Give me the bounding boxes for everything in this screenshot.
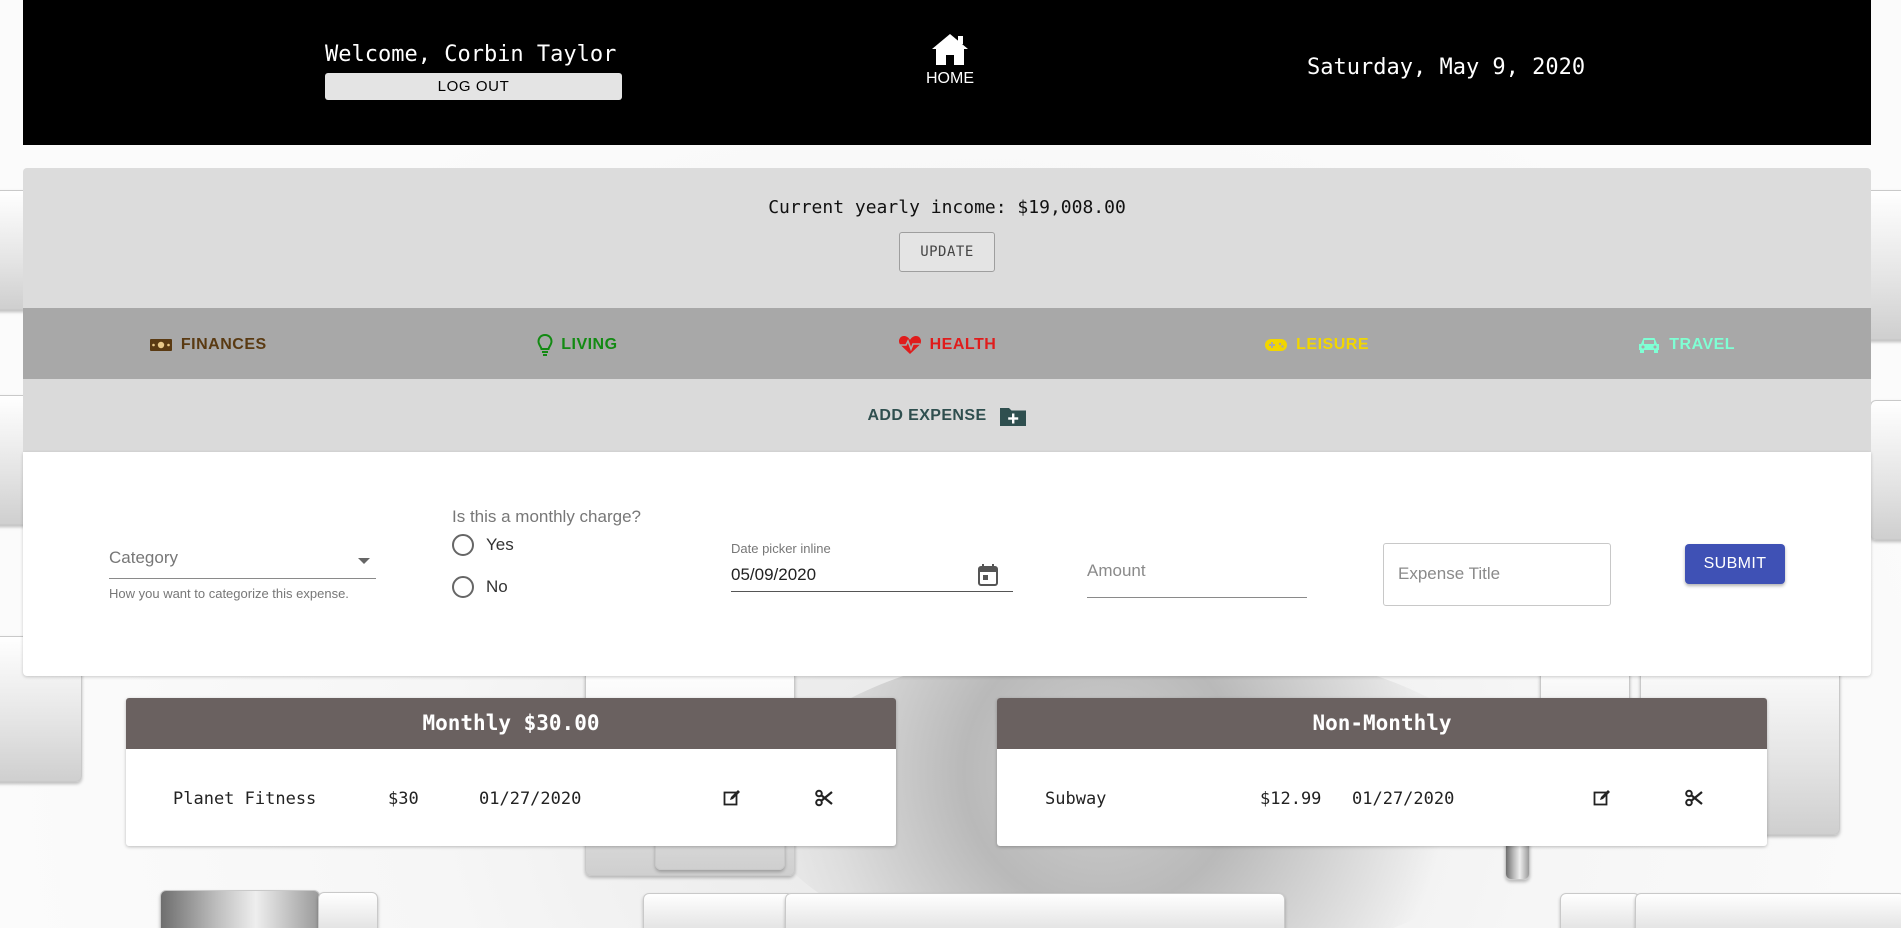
tab-finances[interactable]: FINANCES bbox=[23, 308, 393, 379]
radio-no-label: No bbox=[486, 577, 508, 596]
chevron-down-icon bbox=[358, 558, 370, 564]
tab-label: LEISURE bbox=[1296, 335, 1369, 353]
list-item: Planet Fitness $30 01/27/2020 bbox=[126, 749, 896, 846]
category-helper-text: How you want to categorize this expense. bbox=[109, 586, 349, 601]
list-item: Subway $12.99 01/27/2020 bbox=[997, 749, 1767, 846]
radio-circle[interactable] bbox=[452, 534, 474, 556]
tab-leisure[interactable]: LEISURE bbox=[1132, 308, 1502, 379]
non-monthly-card-title: Non-Monthly bbox=[997, 698, 1767, 749]
tab-health[interactable]: HEALTH bbox=[762, 308, 1132, 379]
folder-plus-icon bbox=[999, 407, 1026, 426]
car-icon bbox=[1639, 337, 1660, 353]
home-label: HOME bbox=[926, 70, 974, 87]
date-input[interactable]: 05/09/2020 bbox=[731, 556, 1013, 592]
home-link[interactable]: HOME bbox=[915, 32, 985, 88]
non-monthly-expenses-card: Non-Monthly Subway $12.99 01/27/2020 bbox=[997, 698, 1767, 846]
amount-placeholder: Amount bbox=[1087, 561, 1146, 580]
category-placeholder: Category bbox=[109, 548, 178, 567]
tab-label: HEALTH bbox=[929, 335, 997, 353]
radio-no[interactable]: No bbox=[452, 576, 682, 598]
logout-button[interactable]: LOG OUT bbox=[325, 73, 622, 100]
add-expense-form: Category How you want to categorize this… bbox=[23, 452, 1871, 676]
expense-amount: $30 bbox=[388, 789, 419, 809]
tab-label: LIVING bbox=[561, 335, 618, 353]
tab-living[interactable]: LIVING bbox=[393, 308, 763, 379]
yearly-income-text: Current yearly income: $19,008.00 bbox=[768, 197, 1126, 218]
current-date: Saturday, May 9, 2020 bbox=[1307, 55, 1586, 80]
expense-name: Subway bbox=[1045, 789, 1107, 809]
monthly-expenses-card: Monthly $30.00 Planet Fitness $30 01/27/… bbox=[126, 698, 896, 846]
add-expense-label: ADD EXPENSE bbox=[867, 406, 987, 424]
home-icon bbox=[932, 34, 968, 65]
expense-title-placeholder: Expense Title bbox=[1398, 564, 1501, 583]
update-income-button[interactable]: UPDATE bbox=[899, 232, 995, 272]
monthly-question: Is this a monthly charge? bbox=[452, 507, 641, 526]
date-picker[interactable]: Date picker inline 05/09/2020 bbox=[731, 541, 1013, 592]
income-panel: Current yearly income: $19,008.00 UPDATE bbox=[23, 168, 1871, 308]
gamepad-icon bbox=[1265, 338, 1288, 351]
tab-label: TRAVEL bbox=[1669, 335, 1736, 353]
category-tabs: FINANCES LIVING HEALTH LEISURE TRAVEL bbox=[23, 308, 1871, 379]
add-expense-toggle[interactable]: ADD EXPENSE bbox=[23, 379, 1871, 452]
expense-name: Planet Fitness bbox=[173, 789, 317, 809]
scissors-icon[interactable] bbox=[815, 789, 833, 807]
radio-circle[interactable] bbox=[452, 576, 474, 598]
welcome-text: Welcome, Corbin Taylor bbox=[325, 42, 617, 67]
tab-label: FINANCES bbox=[180, 335, 267, 353]
welcome-block: Welcome, Corbin Taylor LOG OUT bbox=[325, 40, 625, 100]
date-picker-label: Date picker inline bbox=[731, 541, 831, 556]
lightbulb-icon bbox=[537, 333, 553, 356]
monthly-card-title: Monthly $30.00 bbox=[126, 698, 896, 749]
money-icon bbox=[149, 338, 172, 351]
monthly-charge-group: Is this a monthly charge? Yes No bbox=[452, 507, 682, 598]
radio-yes[interactable]: Yes bbox=[452, 534, 682, 556]
expense-amount: $12.99 bbox=[1260, 789, 1322, 809]
expense-title-input[interactable]: Expense Title bbox=[1383, 543, 1611, 606]
scissors-icon[interactable] bbox=[1685, 789, 1703, 807]
amount-input[interactable]: Amount bbox=[1087, 561, 1307, 598]
heartbeat-icon bbox=[898, 335, 921, 354]
category-dropdown[interactable]: Category bbox=[109, 548, 376, 579]
tab-travel[interactable]: TRAVEL bbox=[1501, 308, 1871, 379]
category-select[interactable]: Category How you want to categorize this… bbox=[109, 548, 376, 601]
edit-icon[interactable] bbox=[1593, 789, 1611, 807]
edit-icon[interactable] bbox=[723, 789, 741, 807]
expense-date: 01/27/2020 bbox=[1352, 789, 1455, 809]
date-value: 05/09/2020 bbox=[731, 565, 817, 584]
expense-date: 01/27/2020 bbox=[479, 789, 582, 809]
top-header: Welcome, Corbin Taylor LOG OUT HOME Satu… bbox=[23, 0, 1871, 145]
calendar-icon[interactable] bbox=[977, 563, 999, 587]
submit-button[interactable]: SUBMIT bbox=[1685, 544, 1785, 584]
radio-yes-label: Yes bbox=[486, 535, 514, 554]
